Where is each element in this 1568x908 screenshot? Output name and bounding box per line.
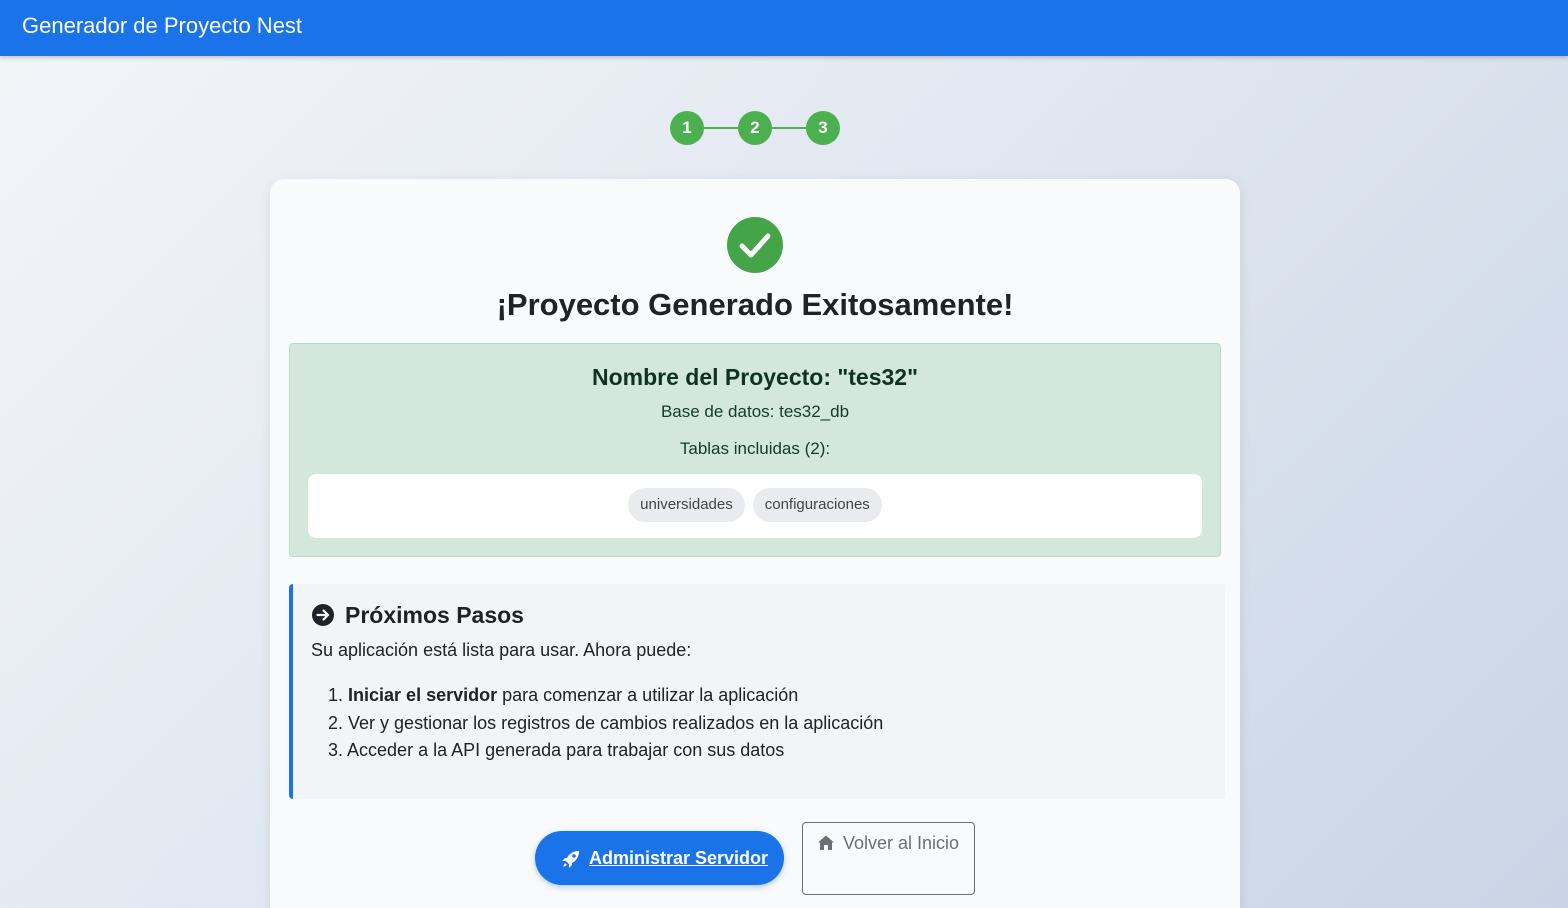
table-chip: configuraciones bbox=[752, 488, 882, 522]
next-steps-panel: Próximos Pasos Su aplicación está lista … bbox=[289, 584, 1225, 799]
home-icon bbox=[818, 835, 834, 850]
success-title: ¡Proyecto Generado Exitosamente! bbox=[496, 287, 1014, 322]
result-card: ¡Proyecto Generado Exitosamente! Nombre … bbox=[270, 179, 1240, 908]
next-steps-list: 1. Iniciar el servidor para comenzar a u… bbox=[328, 682, 883, 765]
back-home-button[interactable]: Volver al Inicio bbox=[802, 822, 975, 895]
app-title: Generador de Proyecto Nest bbox=[22, 13, 303, 38]
step-2: 2 bbox=[738, 111, 772, 145]
list-item: 2. Ver y gestionar los registros de camb… bbox=[328, 712, 884, 733]
step-connector bbox=[704, 127, 738, 129]
step-connector bbox=[772, 127, 806, 129]
next-steps-title: Próximos Pasos bbox=[345, 602, 524, 628]
project-summary: Nombre del Proyecto: "tes32" Base de dat… bbox=[289, 343, 1221, 557]
back-home-label: Volver al Inicio bbox=[843, 833, 960, 853]
tables-list: universidades configuraciones bbox=[308, 474, 1202, 538]
check-circle-icon bbox=[727, 217, 783, 273]
step-1: 1 bbox=[670, 111, 704, 145]
table-chip: universidades bbox=[628, 488, 745, 522]
list-item: 3. Acceder a la API generada para trabaj… bbox=[328, 740, 785, 760]
admin-server-button[interactable]: Administrar Servidor bbox=[535, 831, 784, 885]
admin-server-label: Administrar Servidor bbox=[589, 848, 769, 868]
top-app-bar: Generador de Proyecto Nest bbox=[0, 0, 1568, 56]
list-item: 1. Iniciar el servidor para comenzar a u… bbox=[328, 685, 799, 705]
step-3: 3 bbox=[806, 111, 840, 145]
project-name: Nombre del Proyecto: "tes32" bbox=[591, 364, 919, 390]
next-steps-intro: Su aplicación está lista para usar. Ahor… bbox=[311, 640, 692, 660]
progress-stepper: 1 2 3 bbox=[670, 111, 840, 145]
rocket-icon bbox=[562, 851, 579, 868]
arrow-right-circle-icon bbox=[312, 604, 334, 626]
tables-count: Tablas incluidas (2): bbox=[679, 439, 831, 458]
database-name: Base de datos: tes32_db bbox=[660, 402, 850, 421]
